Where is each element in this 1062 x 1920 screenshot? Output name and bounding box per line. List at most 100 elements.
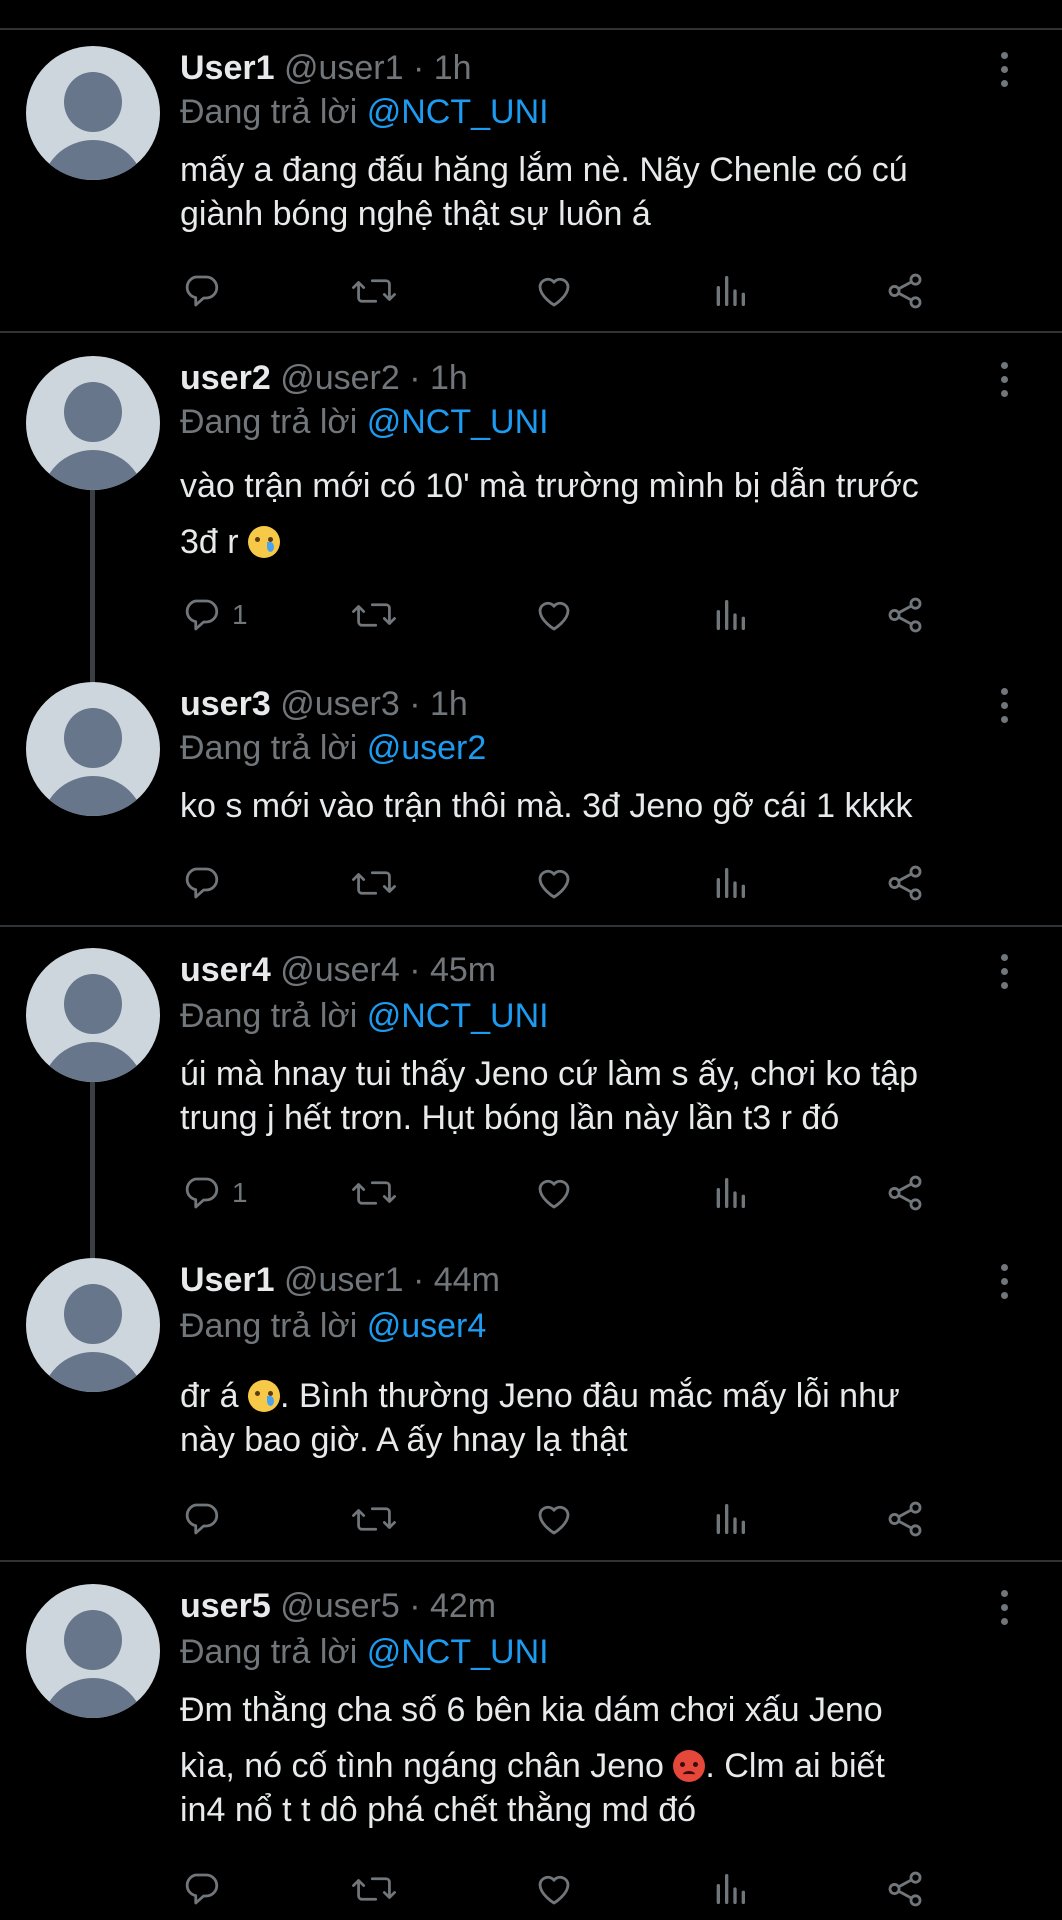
tweet-divider [0, 1560, 1062, 1562]
timestamp[interactable]: 1h [434, 49, 472, 87]
heart-icon[interactable] [532, 592, 576, 638]
mention-link[interactable]: @NCT_UNI [367, 93, 549, 131]
dot-separator: · [399, 1587, 430, 1625]
angry-face-emoji [673, 1750, 706, 1782]
handle[interactable]: @user5 [280, 1587, 400, 1625]
retweet-icon[interactable] [350, 1496, 398, 1542]
mention-link[interactable]: @NCT_UNI [367, 1633, 549, 1671]
share-icon[interactable] [884, 592, 926, 638]
heart-icon[interactable] [532, 1866, 576, 1912]
action-bar [180, 268, 980, 314]
mention-link[interactable]: @NCT_UNI [367, 403, 549, 441]
retweet-icon[interactable] [350, 268, 398, 314]
dot-separator: · [399, 685, 430, 723]
tweet-text-line: Đm thằng cha số 6 bên kia dám chơi xấu J… [180, 1691, 883, 1729]
tweet-text: mấy a đang đấu hăng lắm nè. Nãy Chenle c… [180, 148, 1020, 236]
tweet-header: user4 @user4 · 45m [180, 950, 496, 990]
display-name[interactable]: user4 [180, 951, 271, 989]
replying-to: Đang trả lời @NCT_UNI [180, 996, 549, 1036]
heart-icon[interactable] [532, 860, 576, 906]
replying-to: Đang trả lời @NCT_UNI [180, 92, 549, 132]
action-bar [180, 1866, 980, 1912]
share-icon[interactable] [884, 1170, 926, 1216]
tweet-text-line: úi mà hnay tui thấy Jeno cứ làm s ấy, ch… [180, 1055, 918, 1093]
reply-icon[interactable]: 1 [180, 592, 248, 638]
reply-icon[interactable] [180, 860, 232, 906]
avatar[interactable] [26, 948, 160, 1082]
handle[interactable]: @user3 [280, 685, 400, 723]
thread-line [90, 1080, 95, 1260]
avatar[interactable] [26, 356, 160, 490]
more-options-icon[interactable] [996, 688, 1012, 724]
tweet-text: vào trận mới có 10' mà trường mình bị dẫ… [180, 458, 1020, 570]
tweet-text-line: kìa, nó cố tình ngáng chân Jeno . Clm ai… [180, 1747, 885, 1785]
replying-to-label: Đang trả lời [180, 1633, 358, 1671]
display-name[interactable]: user5 [180, 1587, 271, 1625]
mention-link[interactable]: @NCT_UNI [367, 997, 549, 1035]
reply-icon[interactable] [180, 268, 232, 314]
timestamp[interactable]: 1h [430, 359, 468, 397]
more-options-icon[interactable] [996, 52, 1012, 88]
timestamp[interactable]: 42m [430, 1587, 496, 1625]
retweet-icon[interactable] [350, 1170, 398, 1216]
timestamp[interactable]: 45m [430, 951, 496, 989]
tweet-text-line: này bao giờ. A ấy hnay lạ thật [180, 1421, 628, 1459]
more-options-icon[interactable] [996, 1590, 1012, 1626]
heart-icon[interactable] [532, 1496, 576, 1542]
display-name[interactable]: User1 [180, 49, 275, 87]
views-icon[interactable] [710, 592, 750, 638]
replying-to: Đang trả lời @user2 [180, 728, 486, 768]
tweet-text: đr á . Bình thường Jeno đâu mắc mấy lỗi … [180, 1374, 1020, 1462]
tweet-text: ko s mới vào trận thôi mà. 3đ Jeno gỡ cá… [180, 784, 1020, 828]
action-bar [180, 1496, 980, 1542]
avatar[interactable] [26, 1584, 160, 1718]
handle[interactable]: @user1 [284, 49, 404, 87]
display-name[interactable]: user3 [180, 685, 271, 723]
crying-face-emoji [248, 526, 281, 558]
share-icon[interactable] [884, 268, 926, 314]
mention-link[interactable]: @user2 [367, 729, 487, 767]
retweet-icon[interactable] [350, 1866, 398, 1912]
retweet-icon[interactable] [350, 860, 398, 906]
handle[interactable]: @user2 [280, 359, 400, 397]
tweet-header: User1 @user1 · 1h [180, 48, 472, 88]
heart-icon[interactable] [532, 268, 576, 314]
avatar[interactable] [26, 1258, 160, 1392]
reply-count: 1 [232, 599, 248, 630]
tweet-text-line: trung j hết trơn. Hụt bóng lần này lần t… [180, 1099, 840, 1137]
views-icon[interactable] [710, 1170, 750, 1216]
dot-separator: · [403, 1261, 434, 1299]
handle[interactable]: @user1 [284, 1261, 404, 1299]
share-icon[interactable] [884, 1496, 926, 1542]
reply-icon[interactable] [180, 1496, 232, 1542]
mention-link[interactable]: @user4 [367, 1307, 487, 1345]
reply-icon[interactable] [180, 1866, 232, 1912]
dot-separator: · [399, 359, 430, 397]
tweet-text-line: 3đ r [180, 514, 1020, 570]
retweet-icon[interactable] [350, 592, 398, 638]
handle[interactable]: @user4 [280, 951, 400, 989]
avatar[interactable] [26, 46, 160, 180]
replying-to-label: Đang trả lời [180, 997, 358, 1035]
share-icon[interactable] [884, 860, 926, 906]
action-bar: 1 [180, 1170, 980, 1216]
views-icon[interactable] [710, 860, 750, 906]
tweet-text-line: mấy a đang đấu hăng lắm nè. Nãy Chenle c… [180, 151, 908, 189]
more-options-icon[interactable] [996, 362, 1012, 398]
avatar[interactable] [26, 682, 160, 816]
share-icon[interactable] [884, 1866, 926, 1912]
dot-separator: · [403, 49, 434, 87]
display-name[interactable]: User1 [180, 1261, 275, 1299]
views-icon[interactable] [710, 1866, 750, 1912]
views-icon[interactable] [710, 268, 750, 314]
display-name[interactable]: user2 [180, 359, 271, 397]
timestamp[interactable]: 44m [434, 1261, 500, 1299]
timestamp[interactable]: 1h [430, 685, 468, 723]
reply-icon[interactable]: 1 [180, 1170, 248, 1216]
heart-icon[interactable] [532, 1170, 576, 1216]
more-options-icon[interactable] [996, 1264, 1012, 1300]
tweet-text-line: giành bóng nghệ thật sự luôn á [180, 195, 651, 233]
more-options-icon[interactable] [996, 954, 1012, 990]
thread-line [90, 486, 95, 684]
views-icon[interactable] [710, 1496, 750, 1542]
